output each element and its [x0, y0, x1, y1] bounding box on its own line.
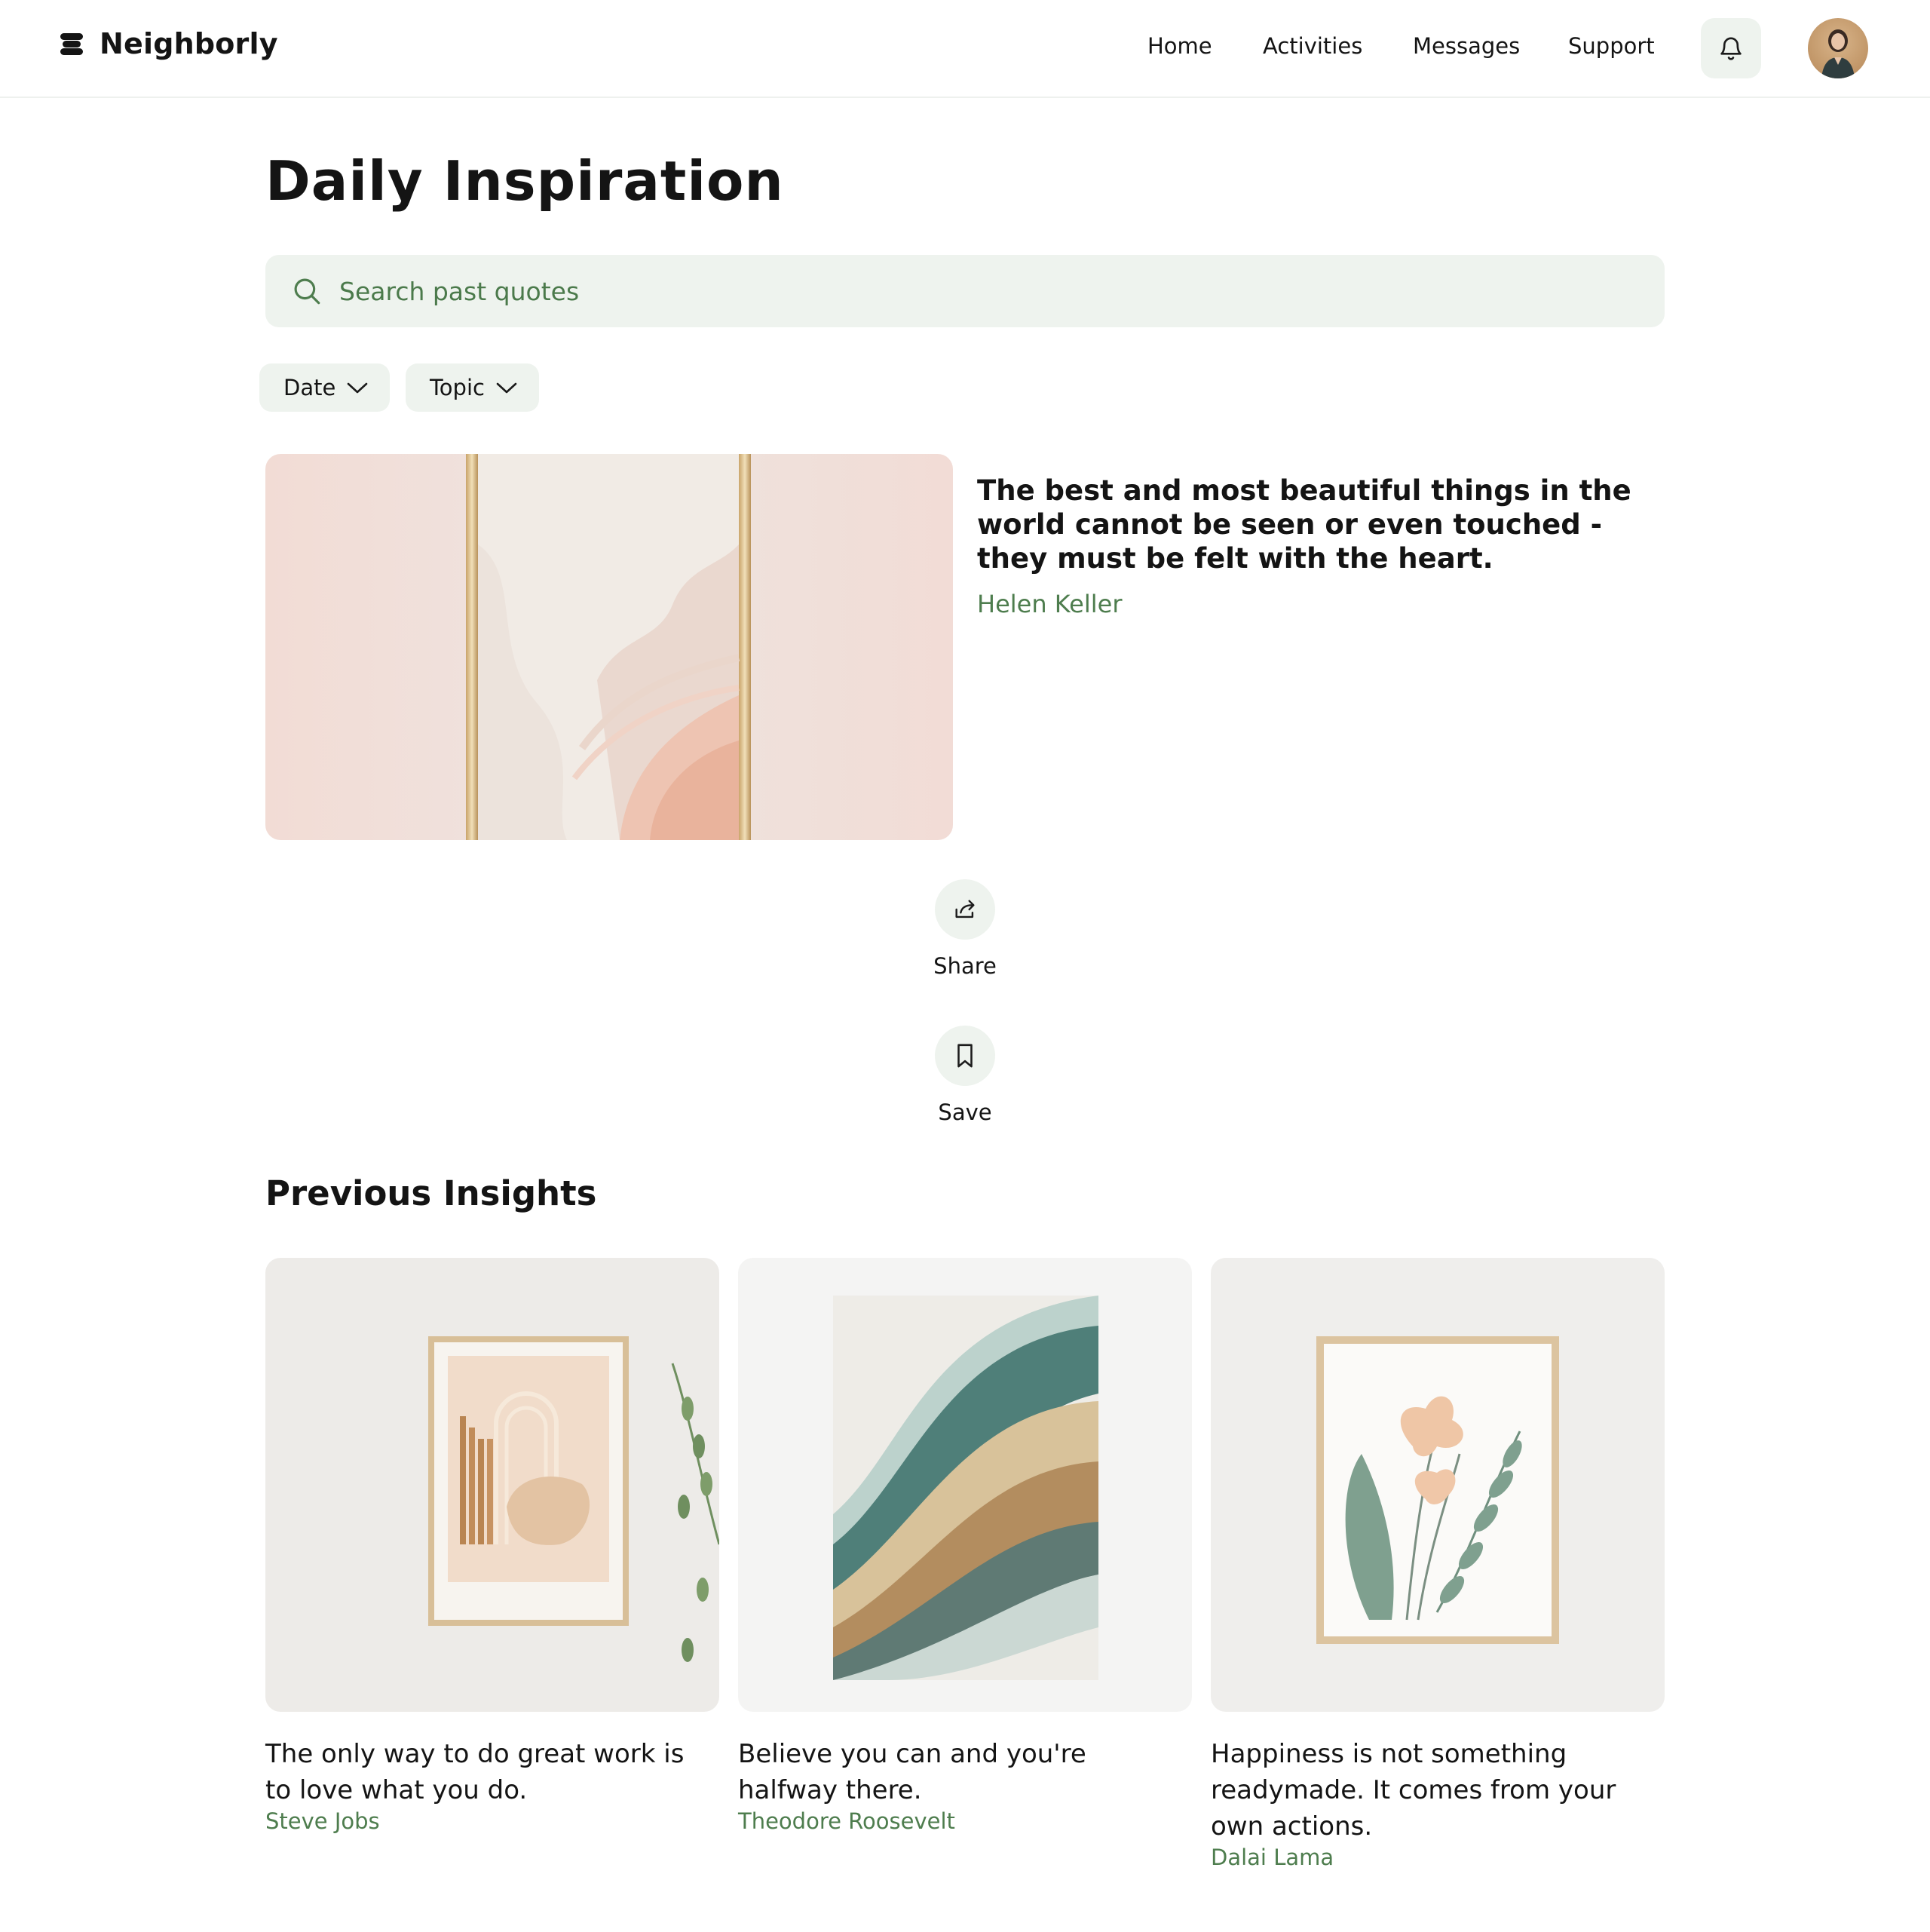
- user-avatar[interactable]: [1808, 18, 1868, 78]
- insight-artwork[interactable]: [265, 1258, 719, 1712]
- top-navbar: Neighborly Home Activities Messages Supp…: [0, 0, 1930, 98]
- search-bar[interactable]: [265, 255, 1665, 327]
- save-button[interactable]: [935, 1026, 995, 1086]
- insight-quote: Happiness is not something readymade. It…: [1211, 1739, 1616, 1842]
- featured-artwork: [265, 454, 953, 840]
- filter-date-label: Date: [283, 375, 336, 400]
- share-button[interactable]: [935, 879, 995, 940]
- nav-home[interactable]: Home: [1147, 33, 1212, 59]
- abstract-wave-art: [833, 1296, 1098, 1680]
- page-title: Daily Inspiration: [265, 149, 784, 213]
- chevron-down-icon: [496, 382, 517, 394]
- botanical-print-art: [1316, 1336, 1559, 1644]
- insight-quote: The only way to do great work is to love…: [265, 1739, 685, 1805]
- framed-print-art: [428, 1336, 719, 1662]
- filter-date[interactable]: Date: [259, 363, 391, 412]
- avatar-portrait: [1821, 29, 1855, 78]
- nav-messages[interactable]: Messages: [1413, 33, 1520, 59]
- notifications-button[interactable]: [1701, 18, 1761, 78]
- bell-icon: [1720, 37, 1742, 60]
- filter-topic-label: Topic: [430, 375, 485, 400]
- nav-activities[interactable]: Activities: [1263, 33, 1362, 59]
- insight-card[interactable]: Believe you can and you're halfway there…: [738, 1258, 1192, 1834]
- nav-support[interactable]: Support: [1568, 33, 1655, 59]
- search-icon: [294, 278, 320, 305]
- chevron-down-icon: [348, 382, 368, 394]
- insight-quote: Believe you can and you're halfway there…: [738, 1739, 1086, 1805]
- search-input[interactable]: [339, 276, 1621, 306]
- brand[interactable]: Neighborly: [60, 27, 278, 60]
- logo-icon: [60, 32, 83, 56]
- insight-author: Theodore Roosevelt: [738, 1808, 955, 1834]
- brand-name: Neighborly: [100, 27, 278, 60]
- insight-card[interactable]: The only way to do great work is to love…: [265, 1258, 719, 1834]
- save-label: Save: [938, 1099, 992, 1125]
- framed-abstract-art: [466, 454, 751, 840]
- share-label: Share: [933, 953, 997, 979]
- insight-card[interactable]: Happiness is not something readymade. It…: [1211, 1258, 1665, 1870]
- share-action: Share: [905, 879, 1025, 979]
- insight-author: Steve Jobs: [265, 1808, 380, 1834]
- insight-author: Dalai Lama: [1211, 1845, 1334, 1870]
- save-action: Save: [905, 1026, 1025, 1125]
- featured-author: Helen Keller: [977, 590, 1123, 618]
- section-title-previous-insights: Previous Insights: [265, 1173, 597, 1213]
- share-icon: [955, 900, 975, 918]
- bookmark-icon: [957, 1044, 973, 1068]
- filter-topic[interactable]: Topic: [406, 363, 539, 412]
- insight-artwork[interactable]: [738, 1258, 1192, 1712]
- featured-quote: The best and most beautiful things in th…: [977, 474, 1631, 575]
- insight-artwork[interactable]: [1211, 1258, 1665, 1712]
